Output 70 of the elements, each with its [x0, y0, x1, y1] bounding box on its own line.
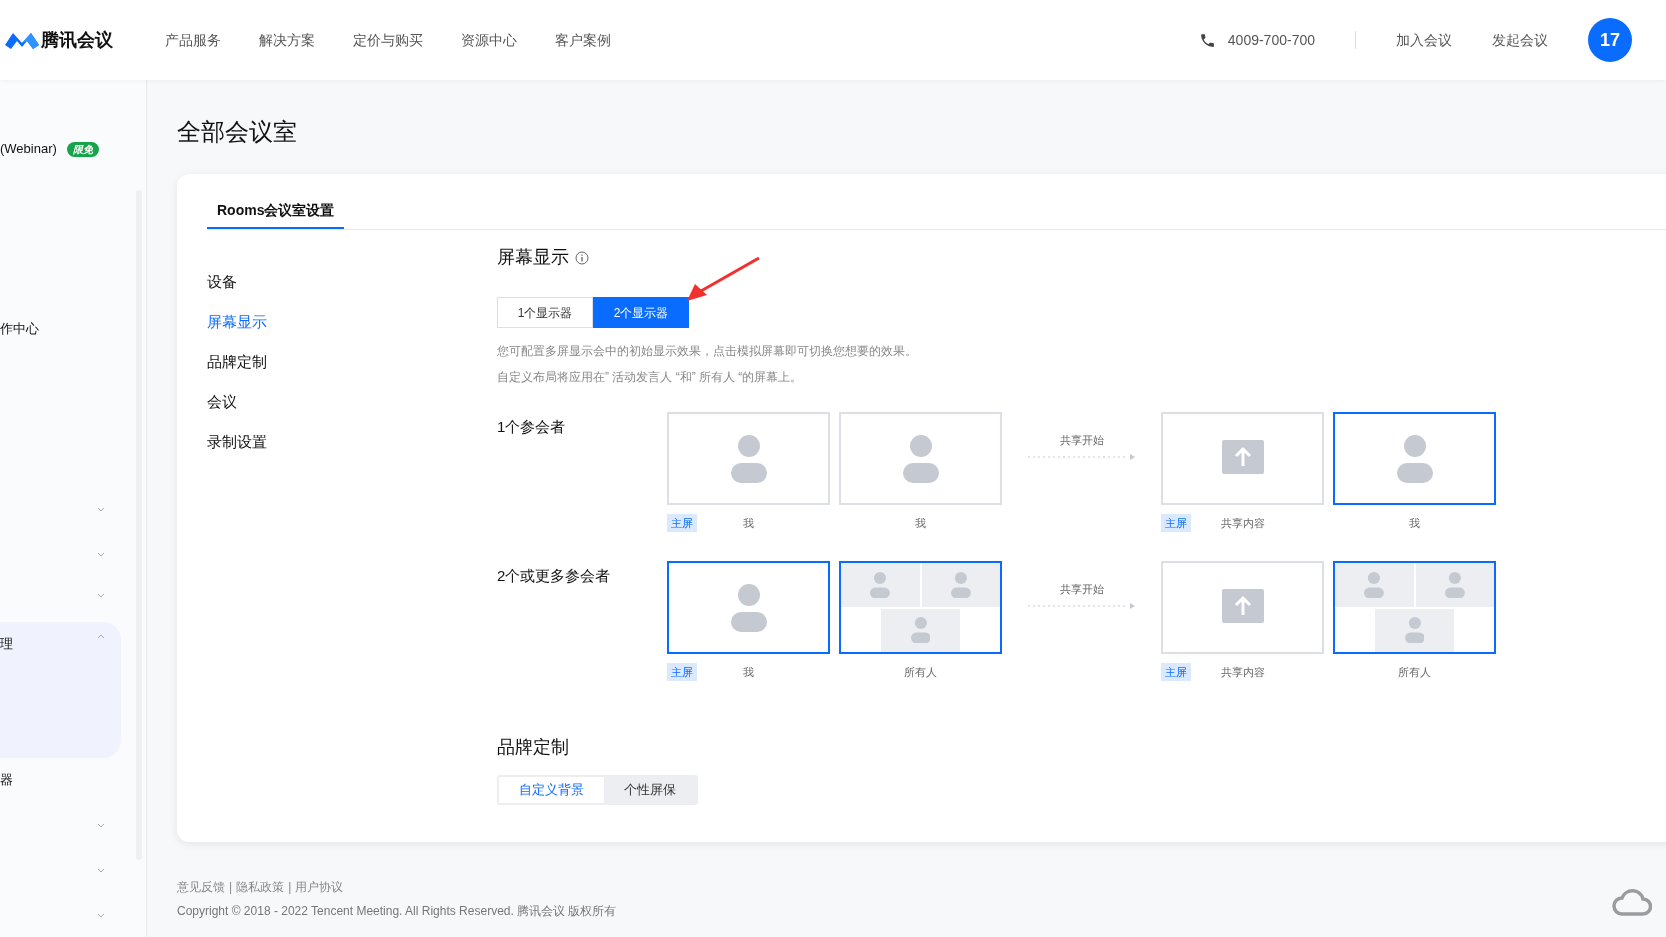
header-link[interactable]: 加入会议 [1396, 29, 1452, 51]
free-badge: 限免 [66, 141, 99, 157]
main-screen-tag: 主屏 [667, 662, 697, 682]
copyright-text: Copyright © 2018 - 2022 Tencent Meeting. All Rights Reserved. 腾讯会议 版权所有 [177, 903, 617, 920]
separator: | [228, 879, 234, 896]
person-icon [1444, 571, 1465, 598]
person-icon [1396, 434, 1433, 483]
footer-link[interactable]: 意见反馈 [177, 878, 225, 896]
share-start-label: 共享开始 [1059, 582, 1104, 597]
person-icon [1364, 571, 1385, 598]
section-title: 屏幕显示 [497, 246, 569, 269]
sidebar-item[interactable]: 器 [0, 768, 121, 792]
row-label: 1个参会者 [497, 417, 567, 437]
screen-caption: 我 [915, 515, 926, 531]
main-screen-tag: 主屏 [1161, 513, 1191, 533]
cloud-logo-icon [1612, 888, 1652, 916]
main-screen-tag: 主屏 [667, 513, 697, 533]
row-label: 2个或更多参会者 [497, 566, 612, 586]
header-link[interactable]: 发起会议 [1492, 29, 1548, 51]
screen-caption: 共享内容 [1220, 664, 1265, 680]
person-icon [950, 571, 971, 598]
nav-link[interactable]: 客户案例 [555, 29, 611, 51]
screen-preview[interactable] [1333, 561, 1496, 654]
avatar[interactable]: 17 [1588, 18, 1632, 62]
monitor-option[interactable]: 1个显示器 [497, 297, 593, 328]
person-icon [870, 571, 891, 598]
nav-link[interactable]: 资源中心 [461, 29, 517, 51]
main-screen-tag: 主屏 [1161, 662, 1191, 682]
share-start-label: 共享开始 [1059, 433, 1104, 448]
brand-tab[interactable]: 个性屏保 [604, 777, 696, 803]
logo-icon [5, 31, 39, 49]
sidebar-item[interactable]: (Webinar) 限免 [0, 137, 121, 161]
footer-link[interactable]: 用户协议 [295, 878, 344, 896]
settings-menu-item[interactable]: 设备 [207, 270, 237, 294]
person-icon [730, 434, 767, 483]
screen-caption: 我 [1409, 515, 1420, 531]
settings-menu-item[interactable]: 品牌定制 [207, 350, 267, 374]
sidebar-item[interactable]: 作中心 [0, 317, 121, 341]
screen-caption: 我 [743, 515, 754, 531]
logo-text: 腾讯会议 [41, 28, 113, 52]
screen-preview[interactable] [839, 561, 1002, 654]
person-icon [730, 583, 767, 632]
description-text: 您可配置多屏显示会中的初始显示效果，点击模拟屏幕即可切换您想要的效果。 [497, 343, 918, 360]
person-icon [910, 617, 931, 644]
nav-link[interactable]: 定价与购买 [353, 29, 423, 51]
separator: | [287, 879, 293, 896]
sidebar-item[interactable]: 理 [0, 622, 121, 758]
person-icon [1404, 617, 1425, 644]
settings-menu-item[interactable]: 屏幕显示 [207, 310, 267, 334]
phone-icon [1198, 31, 1216, 49]
nav-link[interactable]: 产品服务 [165, 29, 221, 51]
phone-number: 4009-700-700 [1227, 30, 1315, 50]
screen-preview[interactable] [667, 561, 830, 654]
settings-menu-item[interactable]: 录制设置 [207, 430, 267, 454]
nav-link[interactable]: 解决方案 [259, 29, 315, 51]
screen-caption: 所有人 [904, 664, 937, 680]
screen-caption: 所有人 [1398, 664, 1431, 680]
screen-caption: 共享内容 [1220, 515, 1265, 531]
settings-menu-item[interactable]: 会议 [207, 390, 237, 414]
footer-link[interactable]: 隐私政策 [236, 878, 285, 896]
info-icon[interactable] [575, 250, 589, 265]
settings-tab[interactable]: Rooms会议室设置 [207, 200, 345, 229]
page-title: 全部会议室 [177, 117, 298, 147]
brand-tab[interactable]: 自定义背景 [499, 777, 604, 803]
screen-caption: 我 [743, 664, 754, 680]
monitor-option[interactable]: 2个显示器 [593, 297, 689, 328]
section-title: 品牌定制 [497, 736, 569, 759]
description-text: 自定义布局将应用在” 活动发言人 “和” 所有人 “的屏幕上。 [497, 369, 804, 386]
screen-preview[interactable] [1333, 412, 1496, 505]
person-icon [902, 434, 939, 483]
